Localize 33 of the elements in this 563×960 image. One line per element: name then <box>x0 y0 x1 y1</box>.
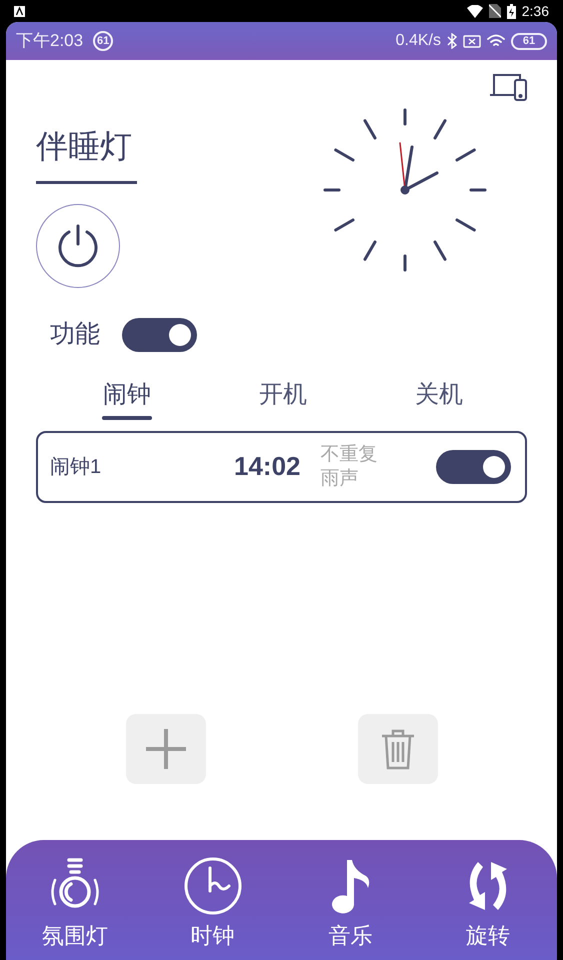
power-button[interactable] <box>36 204 120 288</box>
no-sim-icon <box>488 4 501 18</box>
alarm-toggle[interactable] <box>436 450 511 484</box>
alarm-card[interactable]: 闹钟1 14:02 不重复 雨声 <box>36 430 527 502</box>
plus-icon <box>144 727 188 771</box>
network-speed: 0.4K/s <box>396 31 441 51</box>
repeat-label: 不重复 <box>320 442 378 466</box>
nav-item[interactable]: 旋转 <box>419 854 557 960</box>
notification-badge: 61 <box>93 31 114 51</box>
bluetooth-icon <box>447 33 457 49</box>
laptop-phone-icon[interactable] <box>489 72 527 102</box>
sound-label: 雨声 <box>320 466 360 490</box>
wifi-icon <box>466 4 483 18</box>
wifi-icon <box>487 34 505 48</box>
function-label: 功能 <box>50 319 100 350</box>
alarm-name: 闹钟1 <box>50 454 102 480</box>
clock-icon <box>182 856 243 916</box>
notification-icon <box>14 6 25 16</box>
x-box-icon <box>463 34 481 48</box>
tab[interactable]: 开机 <box>205 380 361 420</box>
app-status-time: 下午2:03 <box>16 30 84 52</box>
tab[interactable]: 关机 <box>361 380 517 420</box>
function-toggle[interactable] <box>122 318 197 352</box>
nav-item[interactable]: 氛围灯 <box>6 854 144 960</box>
battery-charging-icon <box>506 4 516 18</box>
tab[interactable]: 闹钟 <box>49 380 205 420</box>
system-time: 2:36 <box>522 2 549 20</box>
trash-icon <box>380 728 416 770</box>
nav-item[interactable]: 音乐 <box>282 854 420 960</box>
battery-indicator: 61 <box>511 32 547 50</box>
alarm-time: 14:02 <box>234 450 300 483</box>
nav-item[interactable]: 时钟 <box>144 854 282 960</box>
page-title: 伴睡灯 <box>36 127 132 166</box>
